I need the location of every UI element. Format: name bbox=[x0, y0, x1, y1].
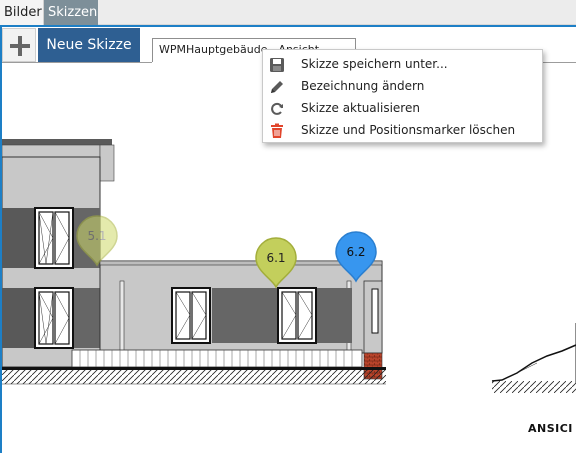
pencil-icon bbox=[269, 79, 285, 95]
position-marker-5-1[interactable]: 5.1 bbox=[75, 215, 119, 267]
tab-skizzen[interactable]: Skizzen bbox=[44, 0, 98, 25]
app-window: Bilder Skizzen Neue Skizze WPMHauptgebäu… bbox=[0, 0, 576, 453]
menu-item-save-as[interactable]: Skizze speichern unter... bbox=[263, 54, 544, 76]
trash-icon bbox=[269, 123, 285, 139]
menu-item-label: Skizze aktualisieren bbox=[301, 101, 420, 115]
top-tab-bar: Bilder Skizzen bbox=[0, 0, 576, 25]
add-sketch-button[interactable] bbox=[2, 28, 36, 62]
drawing-title-label: ANSICI bbox=[528, 422, 573, 435]
marker-label: 5.1 bbox=[87, 229, 107, 243]
position-marker-6-1[interactable]: 6.1 bbox=[254, 237, 298, 289]
marker-label: 6.2 bbox=[346, 245, 366, 259]
menu-item-label: Skizze speichern unter... bbox=[301, 57, 448, 71]
position-marker-6-2[interactable]: 6.2 bbox=[334, 231, 378, 283]
marker-label: 6.1 bbox=[266, 251, 286, 265]
context-menu: Skizze speichern unter... Bezeichnung än… bbox=[262, 49, 543, 143]
tab-bilder[interactable]: Bilder bbox=[0, 0, 44, 25]
frame-border-top bbox=[0, 25, 576, 27]
menu-item-label: Bezeichnung ändern bbox=[301, 79, 425, 93]
save-icon bbox=[269, 57, 285, 73]
refresh-icon bbox=[269, 101, 285, 117]
menu-item-label: Skizze und Positionsmarker löschen bbox=[301, 123, 516, 137]
menu-item-rename[interactable]: Bezeichnung ändern bbox=[263, 76, 544, 98]
menu-item-delete[interactable]: Skizze und Positionsmarker löschen bbox=[263, 120, 544, 142]
new-sketch-button[interactable]: Neue Skizze bbox=[38, 28, 140, 62]
menu-item-refresh[interactable]: Skizze aktualisieren bbox=[263, 98, 544, 120]
